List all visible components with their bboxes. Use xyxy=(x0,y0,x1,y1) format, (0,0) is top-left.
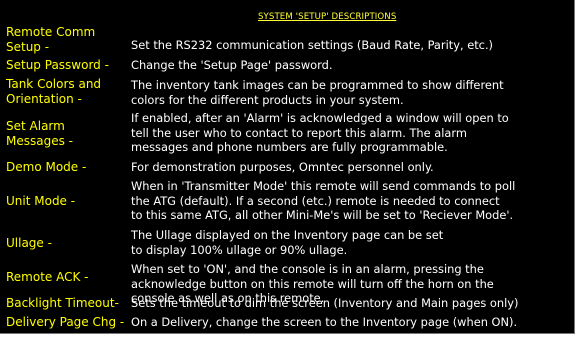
term-description: The Ullage displayed on the Inventory pa… xyxy=(131,228,444,257)
term-label: Tank Colors and Orientation - xyxy=(6,77,102,106)
term-description: Sets the timeout to dim the screen (Inve… xyxy=(131,296,519,310)
term-label: Ullage - xyxy=(6,236,52,250)
setup-descriptions-screen: SYSTEM 'SETUP' DESCRIPTIONS Remote Comm … xyxy=(0,0,575,334)
term-description: For demonstration purposes, Omntec perso… xyxy=(131,160,434,174)
term-description: If enabled, after an 'Alarm' is acknowle… xyxy=(131,111,509,155)
term-label: Delivery Page Chg - xyxy=(6,315,125,329)
term-description: The inventory tank images can be program… xyxy=(131,78,504,107)
term-description: When in 'Transmitter Mode' this remote w… xyxy=(131,179,516,223)
term-description: Change the 'Setup Page' password. xyxy=(131,58,333,72)
page-title: SYSTEM 'SETUP' DESCRIPTIONS xyxy=(258,12,397,22)
term-label: Remote Comm Setup - xyxy=(6,25,96,54)
term-label: Backlight Timeout- xyxy=(6,296,119,310)
term-label: Setup Password - xyxy=(6,58,109,72)
term-label: Demo Mode - xyxy=(6,160,87,174)
term-description: Set the RS232 communication settings (Ba… xyxy=(131,38,494,52)
term-label: Set Alarm Messages - xyxy=(6,119,73,148)
term-label: Remote ACK - xyxy=(6,270,89,284)
term-label: Unit Mode - xyxy=(6,194,76,208)
term-description: On a Delivery, change the screen to the … xyxy=(131,315,518,329)
